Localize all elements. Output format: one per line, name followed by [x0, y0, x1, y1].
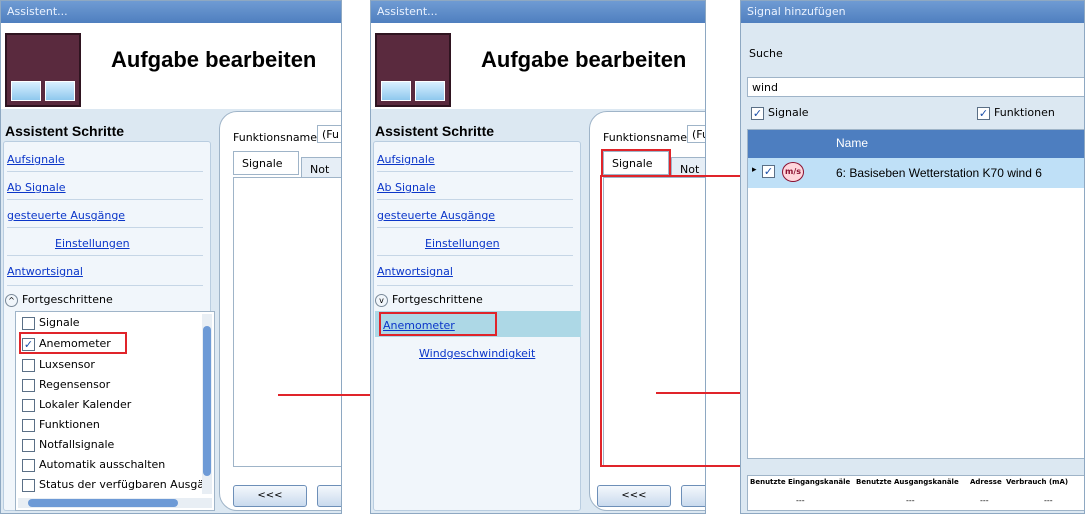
checkbox[interactable]	[22, 398, 35, 412]
connector-line-top	[670, 175, 740, 177]
checkbox[interactable]	[22, 478, 35, 492]
option-automatik-ausschalten[interactable]: Automatik ausschalten	[22, 458, 165, 472]
footer-value-input-channels: ---	[796, 496, 805, 505]
checkbox[interactable]	[22, 438, 35, 452]
step-link-aufsignale[interactable]: Aufsignale	[377, 153, 435, 166]
checkbox[interactable]	[22, 316, 35, 330]
tab-signale[interactable]: Signale	[233, 151, 299, 175]
grid-header: Name	[748, 130, 1084, 158]
window-title: Assistent...	[7, 5, 68, 18]
expand-arrow-icon[interactable]: ▸	[752, 165, 757, 175]
footer-header-output-channels: Benutzte Ausgangskanäle	[856, 478, 959, 486]
horizontal-scrollbar[interactable]	[18, 498, 212, 508]
chevron-down-icon: v	[375, 293, 388, 307]
function-name-label: Funktionsname	[233, 131, 318, 144]
steps-heading: Assistent Schritte	[5, 123, 125, 139]
back-button[interactable]: <<<	[233, 485, 307, 507]
footer-header-input-channels: Benutzte Eingangskanäle	[750, 478, 851, 486]
highlight-anemometer	[379, 312, 497, 336]
function-name-label: Funktionsname	[603, 131, 688, 144]
steps-heading: Assistent Schritte	[375, 123, 495, 139]
function-name-field[interactable]: (Fu	[687, 125, 705, 143]
window-titlebar: Signal hinzufügen	[741, 1, 1084, 23]
step-link-ab-signale[interactable]: Ab Signale	[377, 181, 436, 194]
window-title: Assistent...	[377, 5, 438, 18]
next-button[interactable]	[681, 485, 705, 507]
vertical-scrollbar[interactable]	[202, 314, 212, 494]
window-titlebar: Assistent...	[1, 1, 341, 23]
footer-value-consumption: ---	[1044, 496, 1053, 505]
search-input[interactable]: wind	[747, 77, 1084, 97]
highlight-tab-signale	[601, 149, 671, 177]
blind-icon	[5, 33, 81, 107]
wind-speed-icon: m/s	[782, 162, 804, 182]
window-titlebar: Assistent...	[371, 1, 705, 23]
function-name-field[interactable]: (Fu	[317, 125, 341, 143]
header: Aufgabe bearbeiten	[1, 23, 341, 109]
row-checkbox[interactable]: ✓	[762, 164, 779, 178]
filter-signale[interactable]: ✓ Signale	[751, 106, 809, 120]
step-link-einstellungen[interactable]: Einstellungen	[425, 237, 500, 250]
blind-icon	[375, 33, 451, 107]
window-title: Signal hinzufügen	[747, 5, 846, 18]
checkbox[interactable]	[22, 358, 35, 372]
step-link-aufsignale[interactable]: Aufsignale	[7, 153, 65, 166]
checkbox[interactable]	[22, 378, 35, 392]
footer-value-address: ---	[980, 496, 989, 505]
option-luxsensor[interactable]: Luxsensor	[22, 358, 95, 372]
step-link-einstellungen[interactable]: Einstellungen	[55, 237, 130, 250]
highlight-anemometer	[19, 332, 127, 354]
option-regensensor[interactable]: Regensensor	[22, 378, 110, 392]
option-funktionen[interactable]: Funktionen	[22, 418, 100, 432]
header: Aufgabe bearbeiten	[371, 23, 705, 109]
row-signal-name: 6: Basiseben Wetterstation K70 wind 6	[836, 166, 1042, 180]
step-link-ab-signale[interactable]: Ab Signale	[7, 181, 66, 194]
option-status-ausgaenge[interactable]: Status der verfügbaren Ausgä	[22, 478, 204, 492]
checkbox[interactable]	[22, 458, 35, 472]
page-title: Aufgabe bearbeiten	[481, 47, 687, 72]
advanced-toggle[interactable]: v Fortgeschrittene	[375, 293, 483, 307]
option-notfallsignale[interactable]: Notfallsignale	[22, 438, 114, 452]
step-link-windgeschwindigkeit[interactable]: Windgeschwindigkeit	[419, 347, 535, 360]
page-title: Aufgabe bearbeiten	[111, 47, 317, 72]
footer-header-consumption: Verbrauch (mA)	[1006, 478, 1069, 486]
checkbox[interactable]	[22, 418, 35, 432]
search-label: Suche	[749, 47, 783, 60]
next-button[interactable]	[317, 485, 341, 507]
panel-task-edit-1: Assistent... Aufgabe bearbeiten Assisten…	[0, 0, 342, 514]
column-name[interactable]: Name	[836, 136, 868, 150]
back-button[interactable]: <<<	[597, 485, 671, 507]
option-signale[interactable]: Signale	[22, 316, 80, 330]
signal-grid: Name ▸ ✓ m/s 6: Basiseben Wetterstation …	[747, 129, 1084, 459]
advanced-toggle[interactable]: ^ Fortgeschrittene	[5, 293, 113, 307]
checkbox-checked[interactable]: ✓	[751, 106, 764, 120]
step-link-gesteuerte-ausgaenge[interactable]: gesteuerte Ausgänge	[377, 209, 495, 222]
signals-content	[233, 177, 341, 467]
step-link-gesteuerte-ausgaenge[interactable]: gesteuerte Ausgänge	[7, 209, 125, 222]
signals-content	[603, 177, 705, 467]
footer-header-address: Adresse	[970, 478, 1002, 486]
connector-line-bottom	[600, 465, 740, 467]
step-link-antwortsignal[interactable]: Antwortsignal	[7, 265, 83, 278]
panel-add-signal: Signal hinzufügen Suche wind ✓ Signale ✓ F…	[740, 0, 1085, 514]
option-lokaler-kalender[interactable]: Lokaler Kalender	[22, 398, 131, 412]
table-row[interactable]: ▸ ✓ m/s 6: Basiseben Wetterstation K70 w…	[748, 158, 1084, 188]
filter-funktionen[interactable]: ✓ Funktionen	[977, 106, 1055, 120]
usage-footer: Benutzte Eingangskanäle Benutzte Ausgang…	[747, 475, 1084, 511]
panel-task-edit-2: Assistent... Aufgabe bearbeiten Assisten…	[370, 0, 706, 514]
checkbox-checked[interactable]: ✓	[977, 106, 990, 120]
chevron-up-icon: ^	[5, 293, 18, 307]
step-link-antwortsignal[interactable]: Antwortsignal	[377, 265, 453, 278]
connector-line-vertical	[600, 175, 602, 467]
footer-value-output-channels: ---	[906, 496, 915, 505]
